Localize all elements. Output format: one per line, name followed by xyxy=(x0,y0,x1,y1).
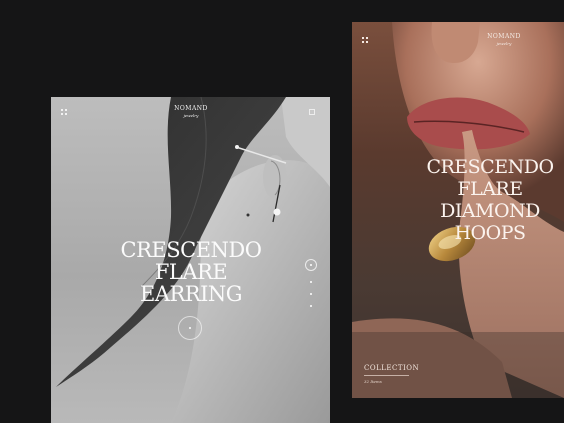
gallery-stage: NOMAND jewelry CRESCENDO FLARE EARRING N… xyxy=(0,0,564,423)
divider xyxy=(364,375,409,376)
scroll-indicator-icon[interactable] xyxy=(178,316,202,340)
headline-line: EARRING xyxy=(139,282,243,306)
slide-dot[interactable] xyxy=(310,293,312,295)
grid-menu-icon[interactable] xyxy=(61,109,67,115)
ring-indicator-icon[interactable] xyxy=(305,259,317,271)
headline-line: HOOPS xyxy=(454,222,526,244)
slide-dot[interactable] xyxy=(310,305,312,307)
hoops-card[interactable]: NOMAND jewelry CRESCENDO FLARE DIAMOND H… xyxy=(352,22,564,398)
earring-card[interactable]: NOMAND jewelry CRESCENDO FLARE EARRING xyxy=(51,97,330,423)
shopping-bag-icon[interactable] xyxy=(309,109,315,115)
product-headline: CRESCENDO FLARE EARRING xyxy=(91,239,291,305)
grid-menu-icon[interactable] xyxy=(362,37,368,43)
headline-line: DIAMOND xyxy=(440,200,540,222)
brand-subtitle: jewelry xyxy=(183,113,199,118)
headline-line: FLARE xyxy=(457,178,523,200)
product-headline: CRESCENDO FLARE DIAMOND HOOPS xyxy=(418,156,562,244)
slide-dot[interactable] xyxy=(310,281,312,283)
headline-line: CRESCENDO xyxy=(120,238,262,262)
headline-line: FLARE xyxy=(154,260,228,284)
brand-name: NOMAND xyxy=(487,33,521,40)
brand-subtitle: jewelry xyxy=(496,41,512,46)
brand-logo[interactable]: NOMAND jewelry xyxy=(474,33,534,47)
items-count: 32 Items xyxy=(364,379,382,384)
collection-link[interactable]: COLLECTION xyxy=(364,364,419,372)
headline-line: CRESCENDO xyxy=(426,156,554,178)
brand-name: NOMAND xyxy=(174,105,208,112)
brand-logo[interactable]: NOMAND jewelry xyxy=(161,105,221,119)
